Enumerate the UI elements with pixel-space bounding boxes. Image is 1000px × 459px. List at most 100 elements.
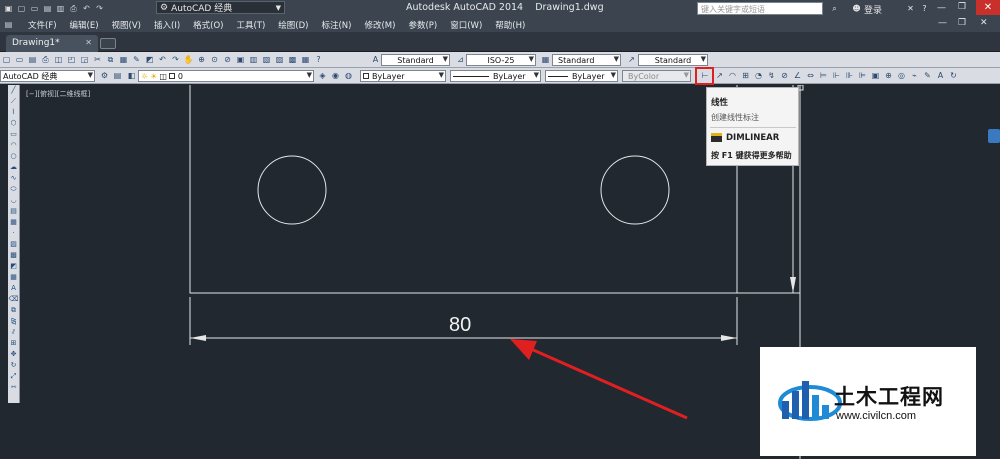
- inspect-icon[interactable]: ◎: [896, 70, 907, 82]
- make-current-icon[interactable]: ◈: [317, 70, 328, 82]
- make-block-icon[interactable]: ▦: [8, 217, 19, 228]
- menu-format[interactable]: 格式(O): [193, 19, 223, 31]
- pan-icon[interactable]: ✋: [183, 54, 194, 66]
- hatch-icon[interactable]: ▨: [8, 239, 19, 250]
- workspace-select[interactable]: ⚙ AutoCAD 经典 ▼: [156, 1, 285, 14]
- polyline-icon[interactable]: ⌇: [8, 107, 19, 118]
- search-icon[interactable]: ⌕: [829, 3, 840, 15]
- workspace-settings-icon[interactable]: ⚙: [99, 70, 110, 82]
- menu-tools[interactable]: 工具(T): [236, 19, 265, 31]
- new-tab-button[interactable]: [100, 38, 116, 49]
- user-icon[interactable]: ☻: [851, 3, 862, 15]
- layer-select[interactable]: ☼ ☀ ◫ 0 ▼: [138, 70, 314, 82]
- close-button[interactable]: ✕: [976, 0, 1000, 15]
- menu-edit[interactable]: 编辑(E): [70, 19, 99, 31]
- zoom-window-icon[interactable]: ⊙: [209, 54, 220, 66]
- dim-text-edit-icon[interactable]: A: [935, 70, 946, 82]
- jogged-linear-icon[interactable]: ⌁: [909, 70, 920, 82]
- cut-icon[interactable]: ✂: [92, 54, 103, 66]
- dim-edit-icon[interactable]: ✎: [922, 70, 933, 82]
- save-icon[interactable]: ▤: [42, 3, 53, 15]
- menu-insert[interactable]: 插入(I): [154, 19, 180, 31]
- app-menu-icon[interactable]: ▣: [3, 3, 14, 15]
- rotate-icon[interactable]: ↻: [8, 360, 19, 371]
- menu-view[interactable]: 视图(V): [112, 19, 141, 31]
- publish-icon[interactable]: ◰: [66, 54, 77, 66]
- zoom-realtime-icon[interactable]: ⊕: [196, 54, 207, 66]
- stretch-icon[interactable]: ⇿: [8, 382, 19, 393]
- construction-line-icon[interactable]: ⟋: [8, 96, 19, 107]
- copy-icon[interactable]: ⧉: [105, 54, 116, 66]
- arc-icon[interactable]: ◠: [8, 140, 19, 151]
- undo-icon[interactable]: ↶: [81, 3, 92, 15]
- plot-icon[interactable]: ⎙: [40, 54, 51, 66]
- dim-break-icon[interactable]: ⊫: [857, 70, 868, 82]
- quick-dim-icon[interactable]: ⇔: [805, 70, 816, 82]
- open-file-icon[interactable]: ▭: [14, 54, 25, 66]
- calculator-icon[interactable]: ▦: [300, 54, 311, 66]
- tolerance-icon[interactable]: ▣: [870, 70, 881, 82]
- save-file-icon[interactable]: ▤: [27, 54, 38, 66]
- restore-button[interactable]: ❐: [958, 2, 966, 12]
- block-editor-icon[interactable]: ◩: [144, 54, 155, 66]
- aligned-dimension-icon[interactable]: ↗: [714, 70, 725, 82]
- help-tb-icon[interactable]: ?: [313, 54, 324, 66]
- exchange-icon[interactable]: ✕: [905, 3, 916, 15]
- tool-palettes-icon[interactable]: ▧: [261, 54, 272, 66]
- dim-style-select[interactable]: ISO-25 ▼: [466, 54, 536, 66]
- insert-block-icon[interactable]: ▤: [8, 206, 19, 217]
- info-center-icon[interactable]: [988, 129, 1000, 143]
- menu-file[interactable]: 文件(F): [28, 19, 57, 31]
- paste-icon[interactable]: ▦: [118, 54, 129, 66]
- gradient-icon[interactable]: ▩: [8, 250, 19, 261]
- ordinate-icon[interactable]: ⊞: [740, 70, 751, 82]
- scale-icon[interactable]: ⤢: [8, 371, 19, 382]
- color-select[interactable]: ByLayer ▼: [360, 70, 446, 82]
- baseline-icon[interactable]: ⊨: [818, 70, 829, 82]
- jogged-icon[interactable]: ↯: [766, 70, 777, 82]
- workspace-save-icon[interactable]: ▤: [112, 70, 123, 82]
- workspace-toolbar-select[interactable]: AutoCAD 经典 ▼: [0, 70, 95, 82]
- zoom-previous-icon[interactable]: ⊘: [222, 54, 233, 66]
- layer-manager-icon[interactable]: ◧: [126, 70, 137, 82]
- 3d-dwf-icon[interactable]: ◲: [79, 54, 90, 66]
- minimize-button[interactable]: —: [937, 3, 946, 13]
- circle-icon[interactable]: ○: [8, 151, 19, 162]
- redo-tb-icon[interactable]: ↷: [170, 54, 181, 66]
- match-prop-icon[interactable]: ✎: [131, 54, 142, 66]
- move-icon[interactable]: ✥: [8, 349, 19, 360]
- undo-tb-icon[interactable]: ↶: [157, 54, 168, 66]
- array-icon[interactable]: ⊞: [8, 338, 19, 349]
- menu-window[interactable]: 窗口(W): [450, 19, 482, 31]
- spline-icon[interactable]: ∿: [8, 173, 19, 184]
- linetype-select[interactable]: ByLayer ▼: [450, 70, 541, 82]
- layer-previous-icon[interactable]: ◉: [330, 70, 341, 82]
- mtext-icon[interactable]: A: [8, 283, 19, 294]
- new-icon[interactable]: ▢: [16, 3, 27, 15]
- properties-icon[interactable]: ▣: [235, 54, 246, 66]
- mirror-icon[interactable]: ⧎: [8, 316, 19, 327]
- diameter-icon[interactable]: ⊘: [779, 70, 790, 82]
- polygon-icon[interactable]: ⬡: [8, 118, 19, 129]
- table-style-select[interactable]: Standard ▼: [552, 54, 621, 66]
- search-input[interactable]: 键入关键字或短语: [697, 2, 823, 15]
- menu-draw[interactable]: 绘图(D): [278, 19, 308, 31]
- radius-icon[interactable]: ◔: [753, 70, 764, 82]
- doc-restore-button[interactable]: ❐: [958, 18, 966, 28]
- multileader-style-select[interactable]: Standard ▼: [638, 54, 708, 66]
- login-link[interactable]: 登录: [864, 3, 882, 16]
- copy-object-icon[interactable]: ⧉: [8, 305, 19, 316]
- text-style-select[interactable]: Standard ▼: [381, 54, 450, 66]
- new-file-icon[interactable]: ▢: [1, 54, 12, 66]
- rectangle-icon[interactable]: ▭: [8, 129, 19, 140]
- ellipse-arc-icon[interactable]: ◡: [8, 195, 19, 206]
- tab-drawing1[interactable]: Drawing1* ✕: [6, 35, 98, 52]
- point-icon[interactable]: ·: [8, 228, 19, 239]
- doc-close-button[interactable]: ✕: [980, 18, 988, 28]
- open-icon[interactable]: ▭: [29, 3, 40, 15]
- menu-modify[interactable]: 修改(M): [364, 19, 395, 31]
- lineweight-select[interactable]: ByLayer ▼: [545, 70, 618, 82]
- design-center-icon[interactable]: ▥: [248, 54, 259, 66]
- arc-length-icon[interactable]: ◠: [727, 70, 738, 82]
- print-icon[interactable]: ⎙: [68, 3, 79, 15]
